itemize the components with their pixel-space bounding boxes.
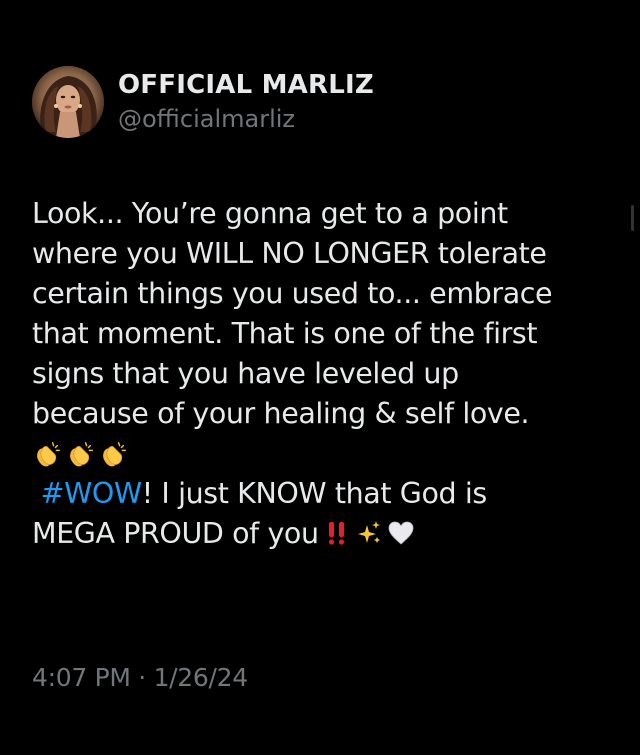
last-line: MEGA PROUD of you xyxy=(32,514,622,554)
tweet-header: OFFICIAL MARLIZ @officialmarliz xyxy=(32,66,374,138)
clapping-hands-icon xyxy=(37,442,60,467)
clapping-hands-icon xyxy=(70,442,93,467)
tweet-text: Look... You’re gonna get to a point wher… xyxy=(32,194,622,554)
tweet-text-line: certain things you used to... embrace xyxy=(32,277,553,310)
emoji-row xyxy=(32,434,622,474)
clapping-hands-icon xyxy=(103,442,126,467)
tweet-card: OFFICIAL MARLIZ @officialmarliz Look... … xyxy=(0,0,640,755)
hashtag-link[interactable]: #WOW xyxy=(41,477,142,510)
last-line-text: MEGA PROUD of you xyxy=(32,517,319,550)
white-heart-icon xyxy=(388,521,414,545)
scrollbar[interactable] xyxy=(631,205,634,231)
double-exclamation-icon xyxy=(328,522,344,545)
tweet-text-line: where you WILL NO LONGER tolerate xyxy=(32,237,547,270)
author-names: OFFICIAL MARLIZ @officialmarliz xyxy=(118,69,374,135)
tweet-text-line: that moment. That is one of the first xyxy=(32,317,538,350)
profile-photo-icon xyxy=(32,66,104,138)
tweet-text-line: because of your healing & self love. xyxy=(32,397,530,430)
tweet-timestamp[interactable]: 4:07 PM · 1/26/24 xyxy=(32,660,248,696)
avatar[interactable] xyxy=(32,66,104,138)
hashtag-line-text: ! I just KNOW that God is xyxy=(141,477,487,510)
hashtag-line: #WOW! I just KNOW that God is xyxy=(32,474,622,514)
tweet-text-line: Look... You’re gonna get to a point xyxy=(32,197,508,230)
tweet-text-line: signs that you have leveled up xyxy=(32,357,459,390)
user-handle[interactable]: @officialmarliz xyxy=(118,103,374,135)
sparkles-icon xyxy=(357,521,380,543)
display-name[interactable]: OFFICIAL MARLIZ xyxy=(118,69,374,101)
